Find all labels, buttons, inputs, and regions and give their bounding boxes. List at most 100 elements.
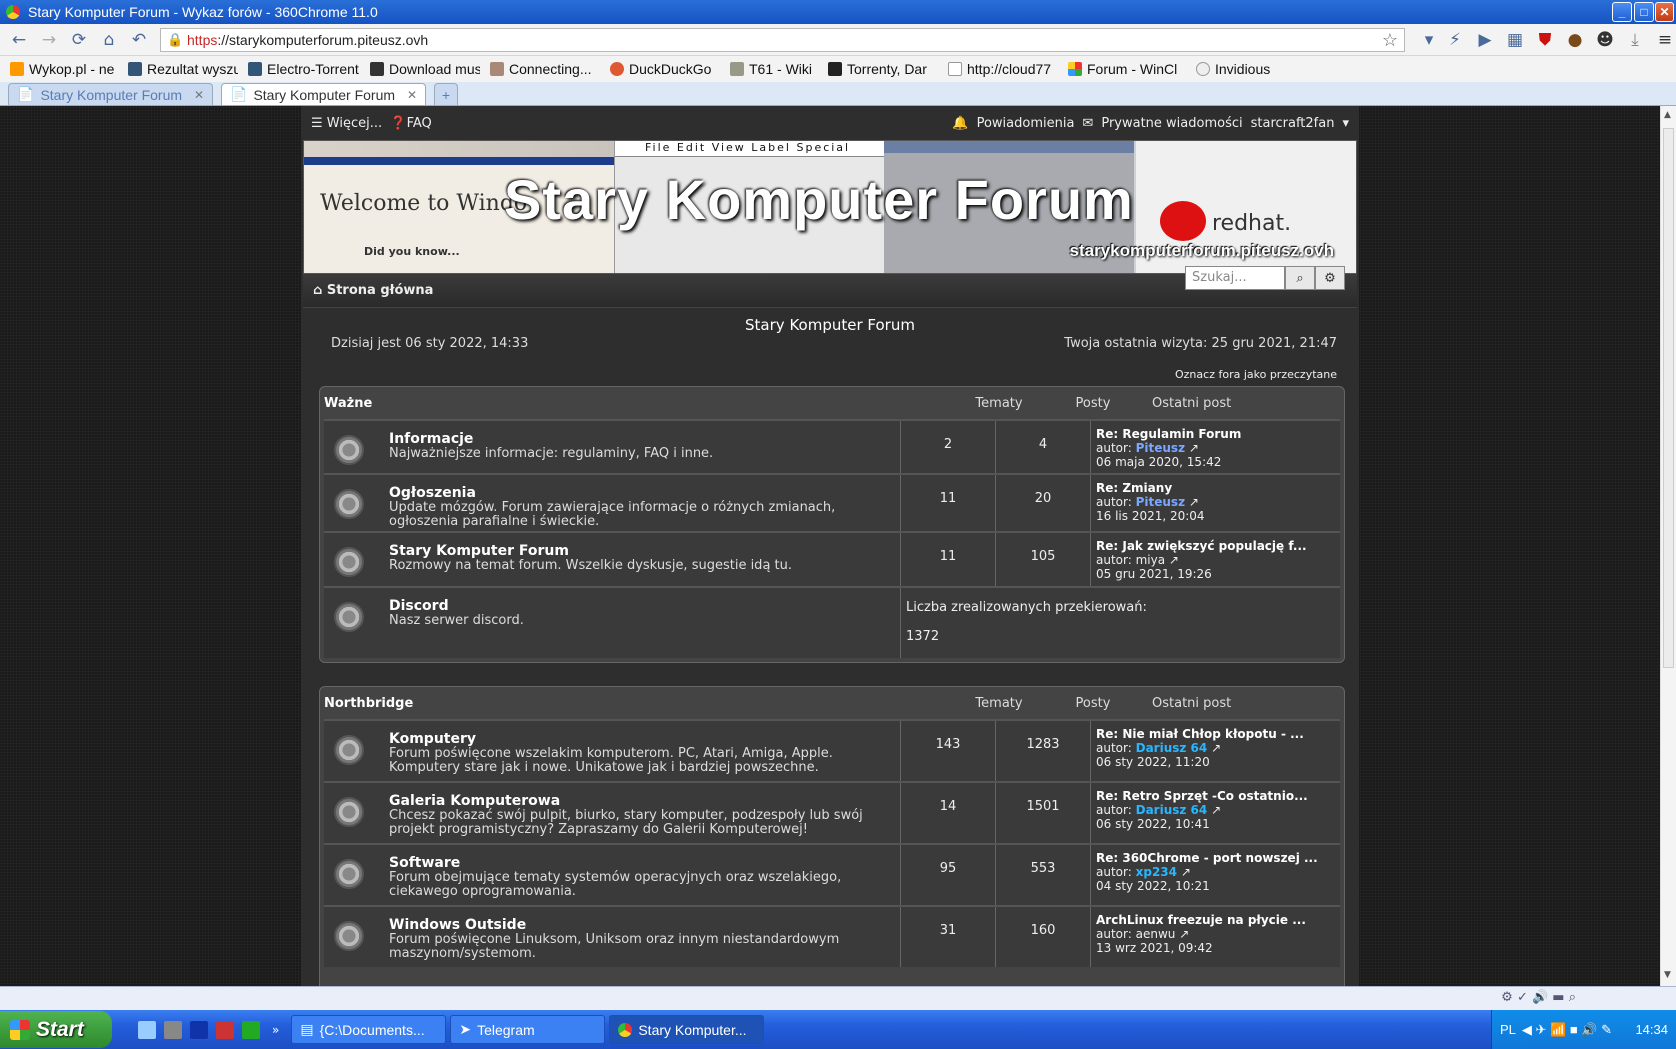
quicklaunch-app-icon[interactable] [164,1020,182,1039]
dropdown-icon[interactable]: ▾ [1418,29,1440,51]
extension-icon[interactable]: ☻ [1594,29,1616,51]
forum-title-link[interactable]: Informacje [389,431,900,447]
tray-icons[interactable]: ◀ ✈ 📶 ■ 🔊 ✎ [1522,1022,1612,1038]
download-icon[interactable]: ⤓ [1624,29,1646,51]
quicklaunch-app-icon[interactable] [190,1020,208,1039]
forum-title-link[interactable]: Software [389,855,900,871]
insecure-lock-icon: 🔒 [167,32,184,47]
forum-title-link[interactable]: Galeria Komputerowa [389,793,900,809]
more-link[interactable]: Więcej... [327,116,382,131]
forward-icon[interactable]: → [38,29,60,51]
quicklaunch-app-icon[interactable] [216,1020,234,1039]
caret-down-icon[interactable]: ▾ [1342,116,1349,131]
forum-title-link[interactable]: Komputery [389,731,900,747]
address-bar[interactable]: 🔒 https://starykomputerforum.piteusz.ovh… [160,28,1405,52]
bookmark-favicon-icon [248,62,262,76]
vertical-scrollbar[interactable]: ▲ ▼ [1660,106,1676,986]
tab-close-icon[interactable]: ✕ [194,88,204,102]
bookmark-item[interactable]: Download mus [370,61,480,77]
view-post-icon[interactable]: ↗ [1179,927,1189,941]
view-post-icon[interactable]: ↗ [1181,865,1191,879]
pm-link[interactable]: Prywatne wiadomości [1101,116,1242,131]
last-post-link[interactable]: ArchLinux freezuje na płycie ... [1096,913,1306,927]
category-name[interactable]: Northbridge [324,696,413,711]
maximize-button[interactable]: □ [1634,2,1654,22]
home-link[interactable]: Strona główna [327,283,434,298]
notifications-link[interactable]: Powiadomienia [977,116,1075,131]
author-link[interactable]: xp234 [1136,865,1177,879]
task-explorer[interactable]: ▤ {C:\Documents... [291,1015,447,1044]
reload-icon[interactable]: ⟳ [68,29,90,51]
minimize-button[interactable]: _ [1612,2,1632,22]
forum-title-link[interactable]: Windows Outside [389,917,900,933]
tab-close-icon[interactable]: ✕ [407,88,417,102]
forum-title-link[interactable]: Stary Komputer Forum [389,543,900,559]
last-post-link[interactable]: Re: Zmiany [1096,481,1205,495]
bookmark-item[interactable]: http://cloud77 [948,61,1058,77]
search-input[interactable]: Szukaj... [1185,266,1285,290]
scroll-thumb[interactable] [1663,128,1674,668]
author-link[interactable]: miya [1136,553,1165,567]
author-link[interactable]: Piteusz [1136,441,1185,455]
lightning-icon[interactable]: ⚡ [1444,29,1466,51]
scroll-up-icon[interactable]: ▲ [1664,110,1671,120]
quicklaunch-ie-icon[interactable] [138,1020,156,1039]
last-post-link[interactable]: Re: Jak zwiększyć populację f... [1096,539,1307,553]
cookie-icon[interactable]: ● [1564,29,1586,51]
faq-link[interactable]: FAQ [407,116,432,131]
mark-read-link[interactable]: Oznacz fora jako przeczytane [1175,368,1337,381]
language-indicator[interactable]: PL [1500,1022,1516,1037]
bookmark-item[interactable]: DuckDuckGo [610,61,720,77]
user-menu[interactable]: starcraft2fan [1251,116,1335,131]
star-icon[interactable]: ☆ [1382,30,1398,51]
browser-statusbar: ⚙ ✓ 🔊 ▬ ⌕ [0,986,1676,1010]
author-link[interactable]: Dariusz 64 [1136,803,1208,817]
last-post-link[interactable]: Re: 360Chrome - port nowszej ... [1096,851,1318,865]
status-icons: ⚙ ✓ 🔊 ▬ ⌕ [1501,990,1576,1005]
view-post-icon[interactable]: ↗ [1211,741,1221,755]
forum-title-link[interactable]: Ogłoszenia [389,485,900,501]
bookmark-item[interactable]: Invidious [1196,61,1286,77]
tab-1[interactable]: 📄 Stary Komputer Forum ✕ [8,83,213,105]
undo-icon[interactable]: ↶ [128,29,150,51]
quicklaunch-app-icon[interactable] [242,1020,260,1039]
bookmark-item[interactable]: Rezultat wyszu [128,61,238,77]
view-post-icon[interactable]: ↗ [1189,441,1199,455]
forum-banner[interactable]: Welcome to Windo Did you know... File Edi… [303,140,1357,274]
start-button[interactable]: Start [0,1011,112,1048]
last-post-link[interactable]: Re: Retro Sprzęt -Co ostatnio... [1096,789,1308,803]
hamburger-icon[interactable]: ☰ [311,116,323,131]
last-post-link[interactable]: Re: Regulamin Forum [1096,427,1241,441]
view-post-icon[interactable]: ↗ [1169,553,1179,567]
author-link[interactable]: aenwu [1136,927,1176,941]
apps-icon[interactable]: ▦ [1504,29,1526,51]
tab-2[interactable]: 📄 Stary Komputer Forum ✕ [221,83,426,105]
bookmark-item[interactable]: Wykop.pl - ne [10,61,118,77]
category-name[interactable]: Ważne [324,396,372,411]
home-icon[interactable]: ⌂ [98,29,120,51]
bookmark-item[interactable]: Forum - WinCl [1068,61,1186,77]
menu-icon[interactable]: ≡ [1654,29,1676,51]
search-icon[interactable]: ⌕ [1285,266,1315,290]
bookmark-item[interactable]: Electro-Torrent [248,61,360,77]
author-link[interactable]: Piteusz [1136,495,1185,509]
close-button[interactable]: ✕ [1655,2,1674,22]
task-browser[interactable]: Stary Komputer... [609,1015,765,1044]
bookmark-item[interactable]: T61 - Wiki [730,61,818,77]
last-post-link[interactable]: Re: Nie miał Chłop kłopotu - ... [1096,727,1304,741]
author-link[interactable]: Dariusz 64 [1136,741,1208,755]
back-icon[interactable]: ← [8,29,30,51]
quicklaunch-expand-icon[interactable]: » [272,1023,279,1037]
scroll-down-icon[interactable]: ▼ [1664,970,1671,980]
new-tab-button[interactable]: + [434,83,458,105]
view-post-icon[interactable]: ↗ [1189,495,1199,509]
task-telegram[interactable]: ➤ Telegram [450,1015,606,1044]
play-icon[interactable]: ▶ [1474,29,1496,51]
forum-title-link[interactable]: Discord [389,598,900,614]
clock[interactable]: 14:34 [1635,1022,1668,1037]
bookmark-item[interactable]: Connecting... [490,61,600,77]
advanced-search-gear-icon[interactable]: ⚙ [1315,266,1345,290]
view-post-icon[interactable]: ↗ [1211,803,1221,817]
ublock-icon[interactable]: ⛊ [1534,29,1556,51]
bookmark-item[interactable]: Torrenty, Dar [828,61,938,77]
